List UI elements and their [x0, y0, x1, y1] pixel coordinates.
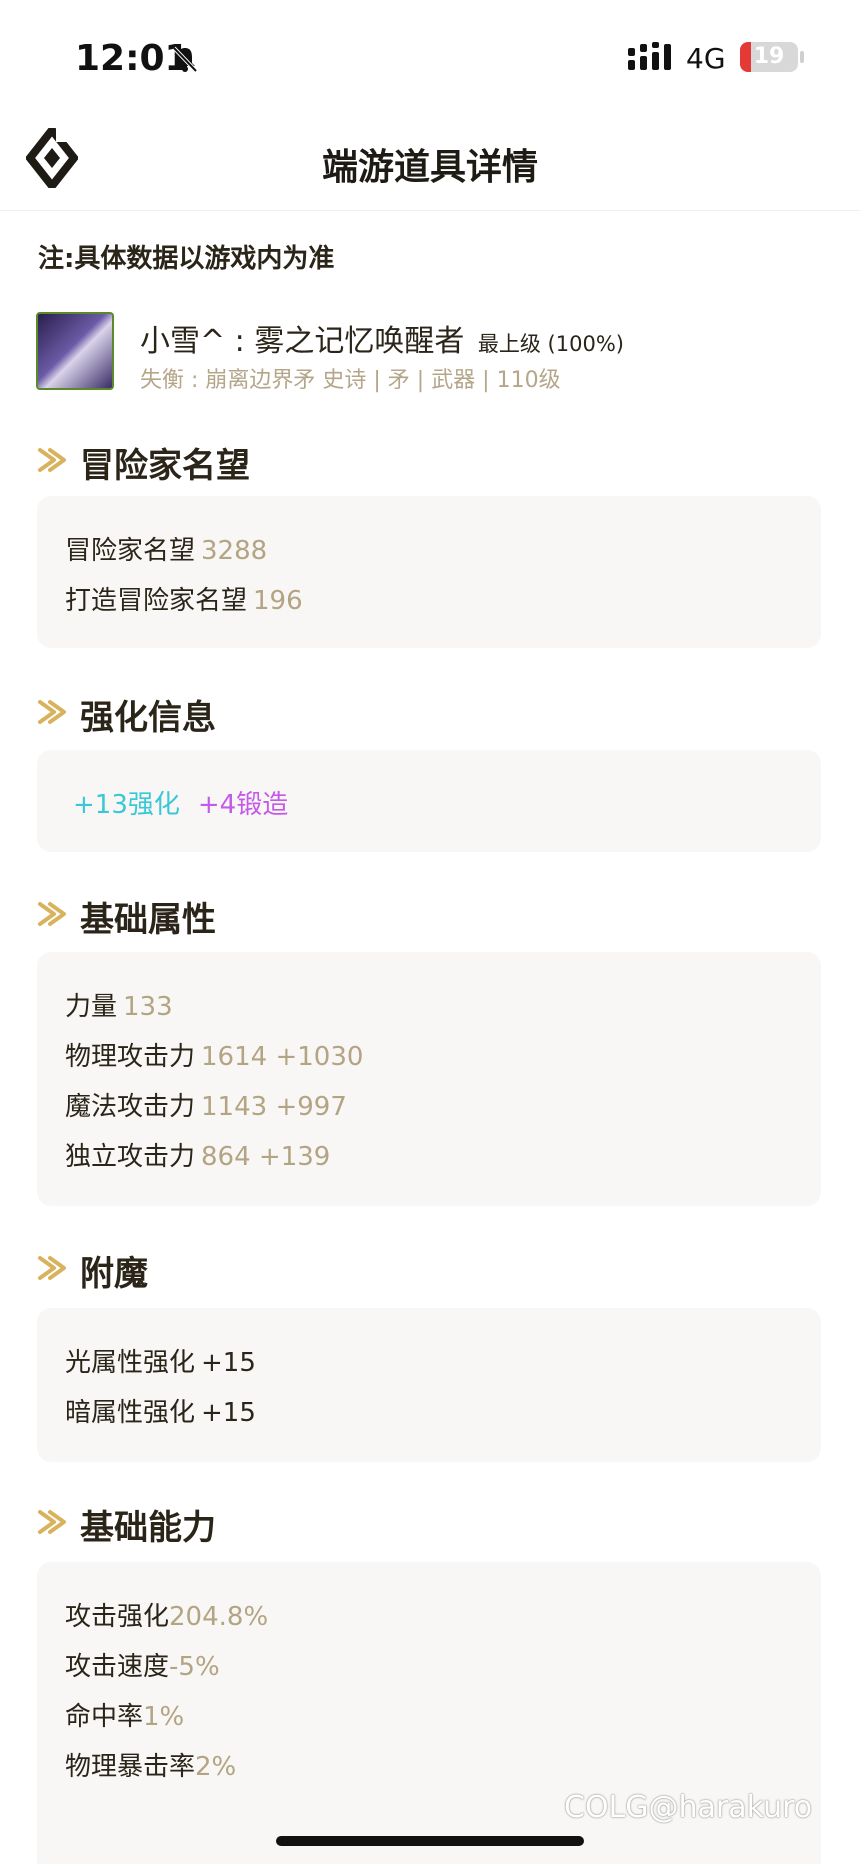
stat-row: 暗属性强化 +15 [65, 1392, 256, 1429]
battery-icon: 19 [740, 42, 798, 72]
reputation-card: 冒险家名望 3288 打造冒险家名望 196 [37, 496, 821, 648]
stat-row: 命中率1% [65, 1696, 184, 1733]
section-title: 基础能力 [80, 1508, 216, 1548]
stat-label: 力量 [65, 992, 118, 1022]
stat-value: +15 [201, 1348, 256, 1378]
stat-value: 196 [253, 586, 303, 616]
watermark: COLG@harakuro [564, 1790, 813, 1825]
stat-label: 攻击强化 [65, 1602, 170, 1632]
stat-row: 物理暴击率2% [65, 1746, 236, 1783]
network-type: 4G [686, 42, 726, 75]
section-title: 附魔 [80, 1254, 148, 1294]
stat-label: 光属性强化 [65, 1348, 196, 1378]
stat-label: 魔法攻击力 [65, 1092, 196, 1122]
stat-row: 攻击强化204.8% [65, 1596, 268, 1633]
section-title: 冒险家名望 [80, 446, 250, 486]
item-name-text: 小雪^ : 雾之记忆唤醒者 [140, 324, 465, 359]
stat-label: 物理攻击力 [65, 1042, 196, 1072]
item-meta: 失衡 : 崩离边界矛 史诗 | 矛 | 武器 | 110级 [140, 368, 561, 393]
battery-tip [800, 51, 804, 63]
stat-row: 攻击速度-5% [65, 1646, 220, 1683]
battery-percent: 19 [753, 44, 785, 69]
stat-label: 冒险家名望 [65, 536, 196, 566]
arrow-icon [36, 444, 68, 480]
stat-value: 2% [195, 1752, 237, 1782]
forge-level: +4锻造 [197, 790, 289, 820]
stat-value: 1% [143, 1702, 185, 1732]
stat-value: 864 +139 [201, 1142, 331, 1172]
stat-row: 物理攻击力 1614 +1030 [65, 1036, 363, 1073]
section-title: 基础属性 [80, 900, 216, 940]
stat-label: 命中率 [65, 1702, 144, 1732]
status-bar: 12:01 4G 19 [0, 0, 860, 110]
stat-row: 力量 133 [65, 986, 173, 1023]
stat-label: 独立攻击力 [65, 1142, 196, 1172]
nav-bar: 端游道具详情 [0, 110, 860, 211]
stat-value: 204.8% [169, 1602, 269, 1632]
stat-value: 1143 +997 [201, 1092, 347, 1122]
arrow-icon [36, 1506, 68, 1542]
stat-row: 魔法攻击力 1143 +997 [65, 1086, 347, 1123]
enhance-card: +13强化 +4锻造 [37, 750, 821, 852]
stat-value: 1614 +1030 [201, 1042, 364, 1072]
stat-value: 133 [123, 992, 173, 1022]
disclaimer-note: 注:具体数据以游戏内为准 [38, 244, 335, 274]
stat-label: 暗属性强化 [65, 1398, 196, 1428]
enhance-row: +13强化 +4锻造 [73, 784, 288, 821]
item-grade: 最上级 (100%) [477, 332, 624, 356]
stat-row: 冒险家名望 3288 [65, 530, 267, 567]
page-title: 端游道具详情 [321, 147, 538, 188]
stat-row: 光属性强化 +15 [65, 1342, 256, 1379]
stat-label: 打造冒险家名望 [65, 586, 248, 616]
item-thumbnail [36, 312, 114, 390]
stat-value: 3288 [201, 536, 268, 566]
stat-label: 攻击速度 [65, 1652, 170, 1682]
stat-value: +15 [201, 1398, 256, 1428]
item-header: 小雪^ : 雾之记忆唤醒者 最上级 (100%) 失衡 : 崩离边界矛 史诗 |… [36, 312, 826, 393]
item-name: 小雪^ : 雾之记忆唤醒者 最上级 (100%) [140, 316, 624, 360]
enchant-card: 光属性强化 +15 暗属性强化 +15 [37, 1308, 821, 1462]
arrow-icon [36, 898, 68, 934]
base-attr-card: 力量 133 物理攻击力 1614 +1030 魔法攻击力 1143 +997 独立攻… [37, 952, 821, 1206]
stat-label: 物理暴击率 [65, 1752, 196, 1782]
arrow-icon [36, 1252, 68, 1288]
refine-level: +13强化 [73, 790, 180, 820]
arrow-icon [36, 696, 68, 732]
bell-muted-icon [170, 44, 200, 78]
stat-row: 打造冒险家名望 196 [65, 580, 303, 617]
home-indicator[interactable] [276, 1836, 584, 1846]
section-title: 强化信息 [80, 698, 216, 738]
stat-row: 独立攻击力 864 +139 [65, 1136, 330, 1173]
cellular-signal-icon [628, 42, 674, 76]
stat-value: -5% [169, 1652, 220, 1682]
